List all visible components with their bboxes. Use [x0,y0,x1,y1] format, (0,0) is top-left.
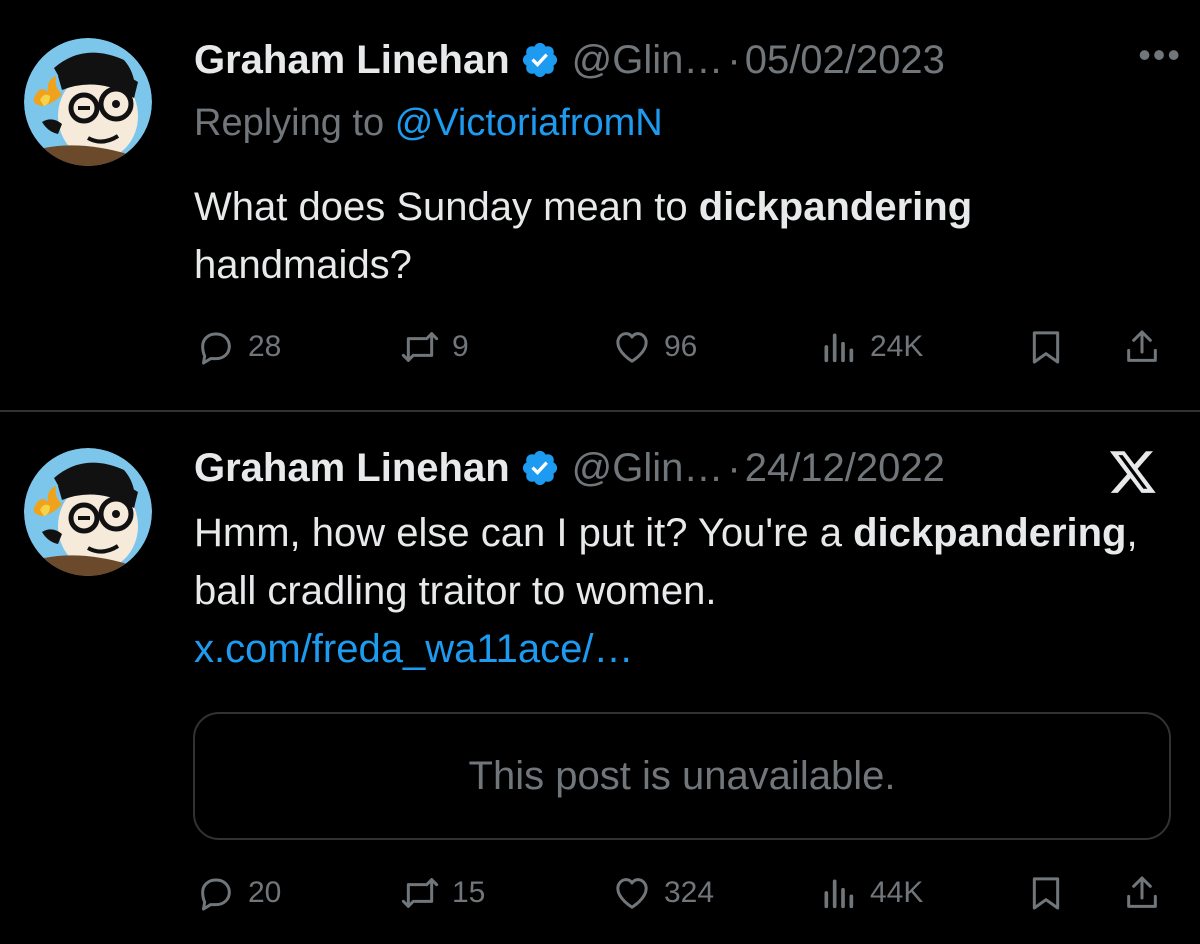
separator-dot: · [727,37,741,82]
tweet-text: What does Sunday mean to dickpandering h… [194,178,1154,294]
tweet-2[interactable]: Graham Linehan @Glin… · 24/12/2022 Hmm, … [0,412,1200,944]
author-handle[interactable]: @Glin… [572,446,724,491]
unavailable-text: This post is unavailable. [468,753,896,798]
like-count: 324 [664,876,715,909]
view-count: 24K [870,330,924,363]
tweet-text: Hmm, how else can I put it? You're a dic… [194,504,1154,678]
text-segment: What does Sunday mean to [194,185,699,229]
tweet-header: Graham Linehan @Glin… · 05/02/2023 ••• [194,30,1182,90]
tweet-1[interactable]: Graham Linehan @Glin… · 05/02/2023 ••• R… [0,0,1200,410]
views-icon [824,879,854,909]
text-bold-segment: dickpandering [853,511,1127,555]
x-logo-icon [1109,451,1156,493]
repost-icon [401,878,439,908]
views-button[interactable]: 24K [818,322,923,372]
share-icon [1127,876,1157,908]
text-segment: handmaids? [194,243,412,287]
repost-button[interactable]: 15 [400,868,485,918]
like-icon [616,332,648,363]
bookmark-icon [1032,877,1060,910]
repost-button[interactable]: 9 [400,322,469,372]
replying-to-label: Replying to [194,102,385,144]
views-button[interactable]: 44K [818,868,923,918]
share-icon [1127,330,1157,362]
post-date[interactable]: 05/02/2023 [745,38,945,83]
replying-to: Replying to @VictoriafromN [194,102,663,145]
repost-count: 15 [452,876,486,909]
more-icon[interactable]: ••• [1138,34,1182,76]
avatar[interactable] [24,38,152,166]
tweet-header: Graham Linehan @Glin… · 24/12/2022 [194,438,1182,498]
view-count: 44K [870,876,924,909]
share-button[interactable] [1122,322,1162,372]
like-count: 96 [664,330,698,363]
bookmark-button[interactable] [1026,322,1066,372]
avatar[interactable] [24,448,152,576]
repost-count: 9 [452,330,469,363]
tweet-link[interactable]: x.com/freda_wa11ace/… [194,627,633,671]
reply-mention-link[interactable]: @VictoriafromN [395,102,663,144]
repost-icon [401,332,439,362]
separator-dot: · [727,445,741,490]
reply-button[interactable]: 28 [196,322,281,372]
like-icon [616,878,648,909]
reply-count: 20 [248,876,282,909]
action-bar: 20 15 324 44K [0,868,1200,918]
like-button[interactable]: 96 [612,322,697,372]
views-icon [824,333,854,363]
action-bar: 28 9 96 24K [0,322,1200,372]
text-bold-segment: dickpandering [698,185,973,229]
reply-button[interactable]: 20 [196,868,281,918]
reply-icon [201,332,231,365]
verified-badge-icon[interactable] [520,448,560,488]
author-name[interactable]: Graham Linehan [194,38,510,83]
text-segment: Hmm, how else can I put it? You're a [194,511,854,555]
post-date[interactable]: 24/12/2022 [745,446,945,491]
author-name[interactable]: Graham Linehan [194,446,510,491]
verified-badge-icon[interactable] [520,40,560,80]
share-button[interactable] [1122,868,1162,918]
like-button[interactable]: 324 [612,868,714,918]
quoted-post-unavailable: This post is unavailable. [193,712,1171,840]
author-handle[interactable]: @Glin… [572,38,724,83]
bookmark-icon [1032,331,1060,364]
reply-count: 28 [248,330,282,363]
bookmark-button[interactable] [1026,868,1066,918]
reply-icon [201,878,231,911]
